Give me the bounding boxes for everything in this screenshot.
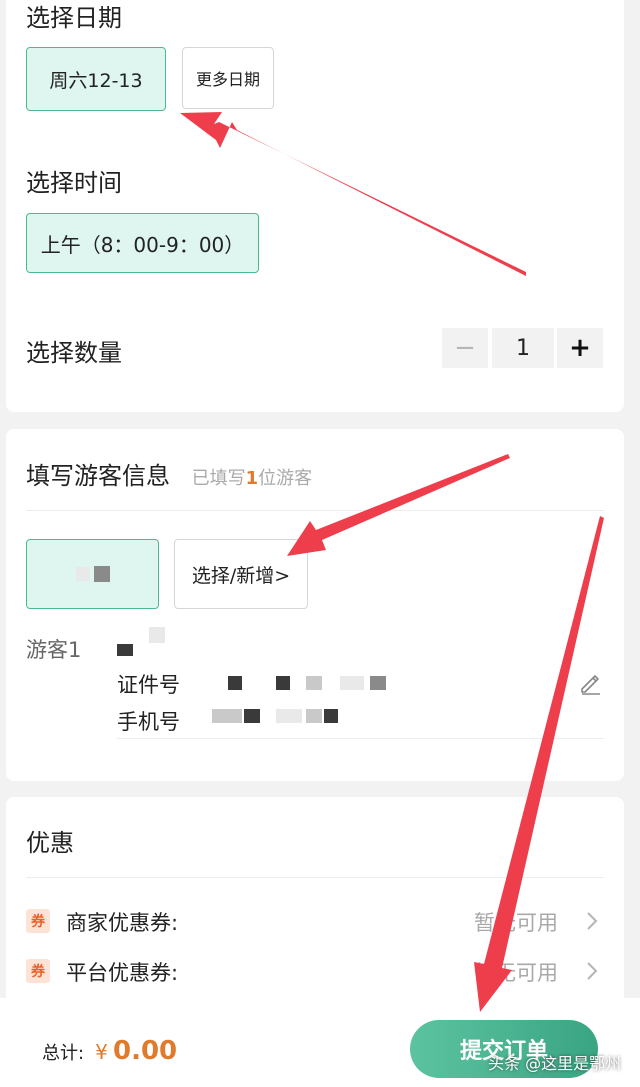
discount-section-title: 优惠 (26, 829, 74, 857)
masked-phone-number (276, 709, 302, 723)
visitor-row-divider (117, 738, 604, 739)
coupon-icon: 券 (26, 909, 50, 933)
masked-id-number (228, 676, 242, 690)
visitor-chip-selected[interactable] (26, 539, 159, 609)
phone-number-label: 手机号 (117, 710, 180, 734)
masked-phone-number (324, 709, 338, 723)
merchant-coupon-value[interactable]: 暂无可用 (474, 907, 558, 937)
date-section-title: 选择日期 (26, 4, 122, 32)
platform-coupon-value[interactable]: 暂无可用 (474, 957, 558, 987)
date-chip-selected[interactable]: 周六12-13 (26, 47, 166, 111)
hint-prefix: 已填写 (191, 468, 246, 489)
chevron-right-icon[interactable] (582, 959, 602, 983)
more-dates-button[interactable]: 更多日期 (182, 47, 274, 109)
masked-id-number (370, 676, 386, 690)
merchant-coupon-label: 商家优惠券: (66, 911, 179, 935)
chevron-right-icon[interactable] (582, 909, 602, 933)
total-label: 总计: (42, 1043, 85, 1064)
discount-card: 优惠 券 商家优惠券: 暂无可用 券 平台优惠券: 暂无可用 (6, 797, 624, 1017)
booking-card: 选择日期 周六12-13 更多日期 选择时间 上午（8：00-9：00） 选择数… (6, 0, 624, 412)
masked-phone-number (212, 709, 242, 723)
masked-id-number (306, 676, 322, 690)
masked-id-number (276, 676, 290, 690)
watermark: 头条 @这里是鄂州 (488, 1054, 622, 1073)
visitor-section-title: 填写游客信息 已填写1位游客 (26, 456, 312, 491)
quantity-section-title: 选择数量 (26, 339, 122, 367)
coupon-icon: 券 (26, 959, 50, 983)
quantity-decrement-button[interactable]: − (442, 328, 488, 368)
time-chip-selected[interactable]: 上午（8：00-9：00） (26, 213, 259, 273)
hint-count: 1 (245, 468, 259, 489)
masked-visitor-name (117, 644, 133, 656)
visitor-card: 填写游客信息 已填写1位游客 选择/新增> 游客1 证件号 手机号 (6, 429, 624, 781)
total-value: 0.00 (113, 1036, 178, 1066)
masked-name (75, 567, 90, 581)
quantity-value[interactable]: 1 (492, 328, 554, 368)
visitor-divider (26, 510, 604, 511)
total-currency: ¥ (95, 1040, 108, 1064)
id-number-label: 证件号 (117, 673, 180, 697)
plus-icon: + (569, 333, 591, 363)
minus-icon: − (454, 333, 476, 363)
time-section-title: 选择时间 (26, 169, 122, 197)
masked-name (93, 566, 110, 582)
masked-id-number (340, 676, 364, 690)
platform-coupon-label: 平台优惠券: (66, 961, 179, 985)
add-visitor-button[interactable]: 选择/新增> (174, 539, 308, 609)
order-total: 总计: ¥ 0.00 (42, 1036, 177, 1066)
masked-phone-number (306, 709, 322, 723)
quantity-increment-button[interactable]: + (557, 328, 603, 368)
visitor-label: 游客1 (26, 638, 82, 662)
hint-suffix: 位游客 (258, 468, 313, 489)
masked-visitor-name (149, 627, 165, 643)
pencil-icon[interactable] (578, 671, 602, 695)
visitor-title-text: 填写游客信息 (26, 462, 170, 490)
masked-phone-number (244, 709, 260, 723)
visitor-count-hint: 已填写1位游客 (192, 468, 313, 489)
discount-divider (26, 877, 604, 878)
